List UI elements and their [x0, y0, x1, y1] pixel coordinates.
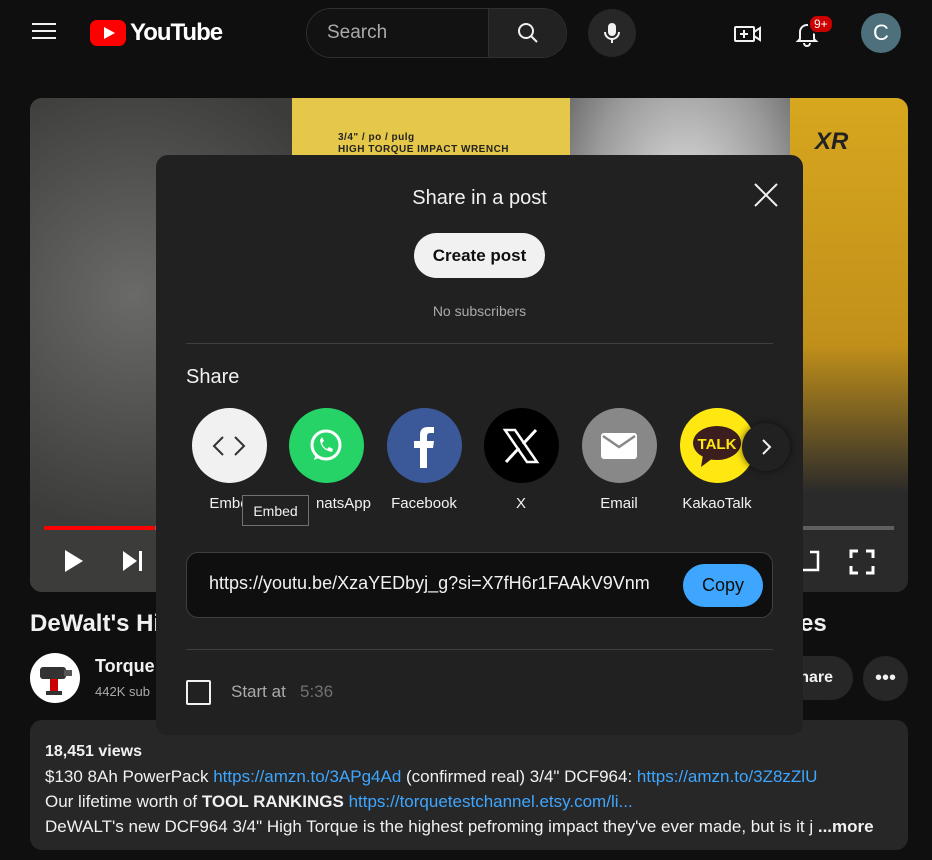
youtube-logo[interactable]: YouTube — [90, 19, 223, 47]
close-icon — [754, 183, 778, 207]
description-link[interactable]: https://amzn.to/3APg4Ad — [213, 767, 401, 786]
share-kakaotalk-label: KakaoTalk — [682, 495, 752, 512]
description-link[interactable]: https://torquetestchannel.etsy.com/li... — [349, 792, 633, 811]
more-actions-button[interactable]: ••• — [863, 656, 908, 701]
play-button[interactable] — [62, 548, 86, 574]
view-count: 18,451 views — [45, 743, 142, 760]
search-button[interactable] — [488, 9, 566, 57]
fullscreen-icon — [849, 549, 875, 575]
create-post-button[interactable]: Create post — [414, 233, 545, 278]
description-text: $130 8Ah PowerPack — [45, 767, 214, 786]
share-next-button[interactable] — [742, 423, 790, 471]
whatsapp-icon — [288, 408, 364, 483]
start-at-time[interactable]: 5:36 — [300, 682, 333, 702]
description-line-2: Our lifetime worth of TOOL RANKINGS http… — [45, 789, 893, 814]
description-text: Our lifetime worth of — [45, 792, 202, 811]
notification-badge: 9+ — [808, 14, 834, 34]
description-box[interactable]: 18,451 views $130 8Ah PowerPack https://… — [30, 720, 908, 850]
microphone-icon — [604, 23, 620, 43]
share-email[interactable]: Email — [574, 408, 664, 512]
share-dialog: Share in a post Create post No subscribe… — [156, 155, 803, 735]
voice-search-button[interactable] — [588, 9, 636, 57]
description-line-3: DeWALT's new DCF964 3/4" High Torque is … — [45, 814, 893, 839]
brand-mark: XR — [815, 128, 849, 155]
box-text-line1: 3/4" / po / pulg — [338, 132, 415, 143]
embed-icon — [191, 408, 267, 483]
menu-icon[interactable] — [28, 18, 60, 50]
description-link[interactable]: https://amzn.to/3Z8zZlU — [637, 767, 817, 786]
copy-button[interactable]: Copy — [683, 564, 763, 607]
share-x[interactable]: X — [476, 408, 566, 512]
skip-next-icon — [123, 551, 142, 571]
search-bar — [306, 8, 567, 58]
divider — [186, 649, 773, 650]
channel-name[interactable]: Torque — [95, 656, 155, 677]
video-title-end: es — [800, 610, 827, 637]
logo-text: YouTube — [130, 19, 223, 46]
description-text: (confirmed real) 3/4" DCF964: — [401, 767, 637, 786]
channel-logo-icon — [40, 667, 72, 695]
share-x-label: X — [515, 495, 526, 512]
progress-fill — [44, 526, 155, 530]
video-title: DeWalt's Hi — [30, 610, 161, 637]
share-url-box: Copy — [186, 552, 773, 618]
start-at-checkbox[interactable] — [186, 680, 211, 705]
top-bar: YouTube 9+ C — [0, 0, 932, 66]
account-avatar[interactable]: C — [861, 13, 901, 53]
embed-tooltip: Embed — [242, 495, 309, 526]
dialog-title: Share in a post — [412, 187, 547, 209]
video-add-icon — [734, 26, 761, 42]
no-subscribers-text: No subscribers — [432, 303, 527, 319]
channel-avatar[interactable] — [30, 653, 80, 703]
next-button[interactable] — [120, 548, 146, 574]
description-bold: TOOL RANKINGS — [201, 792, 344, 811]
show-more-link[interactable]: ...more — [818, 817, 874, 836]
description-views-line: 18,451 views — [45, 738, 893, 764]
start-at-label: Start at — [231, 682, 286, 701]
share-facebook-label: Facebook — [391, 495, 457, 512]
email-icon — [581, 408, 657, 483]
chevron-right-icon — [762, 439, 772, 455]
youtube-play-icon — [90, 20, 126, 46]
play-icon — [65, 550, 83, 572]
share-heading: Share — [186, 366, 240, 388]
search-input[interactable] — [307, 9, 488, 57]
share-url-input[interactable] — [209, 573, 679, 594]
divider — [186, 343, 773, 344]
search-icon — [517, 23, 538, 43]
share-facebook[interactable]: Facebook — [379, 408, 469, 512]
create-button[interactable] — [731, 17, 765, 51]
box-text: 3/4" / po / pulg HIGH TORQUE IMPACT WREN… — [338, 132, 509, 156]
video-frame-tool-body — [790, 98, 908, 592]
fullscreen-button[interactable] — [848, 548, 876, 576]
svg-text:TALK: TALK — [698, 436, 737, 453]
channel-subscribers: 442K sub — [95, 684, 150, 699]
facebook-icon — [386, 408, 462, 483]
description-line-1: $130 8Ah PowerPack https://amzn.to/3APg4… — [45, 764, 893, 789]
x-icon — [483, 408, 559, 483]
close-button[interactable] — [750, 179, 782, 211]
share-email-label: Email — [600, 495, 638, 512]
description-text: DeWALT's new DCF964 3/4" High Torque is … — [45, 817, 814, 836]
